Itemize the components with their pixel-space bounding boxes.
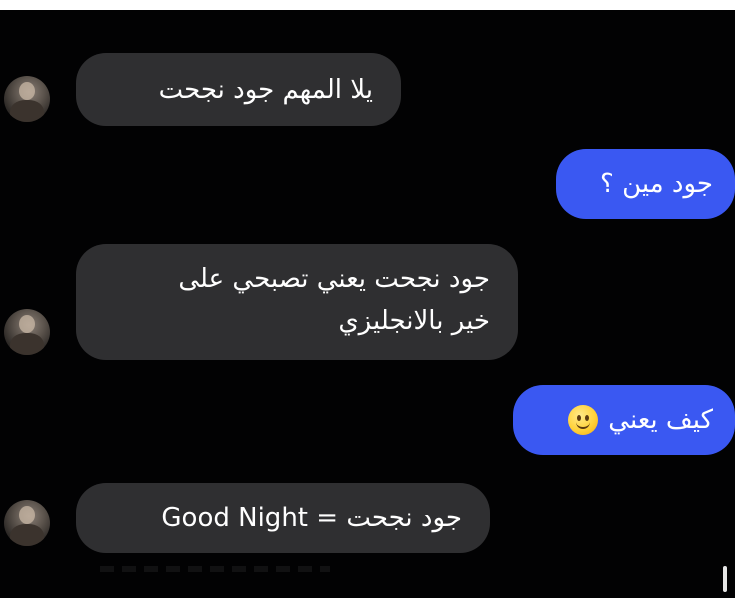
scrollbar[interactable]: [723, 566, 727, 592]
contact-avatar[interactable]: [4, 76, 50, 122]
message-text: جود نجحت = Good Night: [161, 503, 462, 533]
chat-screen: يلا المهم جود نجحت جود مين ؟ جود نجحت يع…: [0, 0, 735, 598]
message-text: جود مين ؟: [600, 169, 713, 199]
message-text-line: خير بالانجليزي: [338, 306, 490, 336]
outgoing-message-bubble[interactable]: كيف يعني: [513, 385, 735, 455]
contact-avatar[interactable]: [4, 500, 50, 546]
partially-visible-text: [100, 566, 330, 572]
message-text-line: جود نجحت يعني تصبحي على: [178, 264, 490, 294]
slightly-smiling-face-icon: [568, 405, 599, 435]
outgoing-message-bubble[interactable]: جود مين ؟: [556, 149, 735, 219]
top-edge: [0, 0, 735, 10]
contact-avatar[interactable]: [4, 309, 50, 355]
incoming-message-bubble[interactable]: جود نجحت يعني تصبحي على خير بالانجليزي: [76, 244, 518, 360]
incoming-message-bubble[interactable]: جود نجحت = Good Night: [76, 483, 490, 553]
message-text: يلا المهم جود نجحت: [158, 74, 373, 105]
incoming-message-bubble[interactable]: يلا المهم جود نجحت: [76, 53, 401, 126]
message-text: كيف يعني: [608, 405, 713, 435]
